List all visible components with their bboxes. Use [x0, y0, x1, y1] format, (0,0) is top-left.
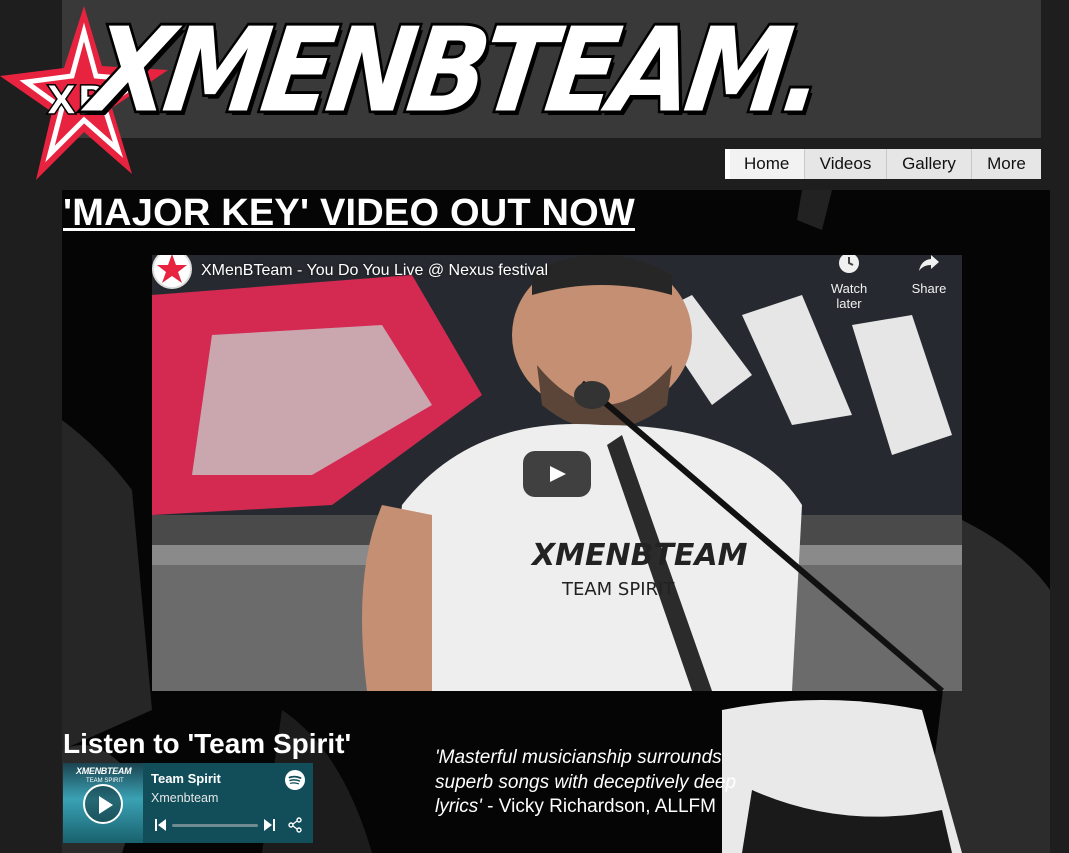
- play-icon[interactable]: [523, 451, 591, 497]
- nav-item-gallery[interactable]: Gallery: [887, 149, 972, 179]
- next-track-icon[interactable]: [263, 818, 275, 832]
- watch-later-button[interactable]: Watch later: [819, 255, 879, 311]
- album-cover-title: XMENBTEAM: [76, 766, 132, 776]
- share-arrow-icon: [919, 255, 939, 271]
- page: XB XMENBTEAM. Home Videos Gallery More '…: [0, 0, 1069, 853]
- nav-item-home[interactable]: Home: [730, 149, 805, 179]
- spotify-icon[interactable]: [285, 770, 305, 790]
- logo-wordmark: XMENBTEAM.: [80, 0, 831, 141]
- share-button[interactable]: Share: [899, 255, 959, 296]
- nav-item-more[interactable]: More: [972, 149, 1041, 179]
- spotify-logo-icon: [288, 775, 302, 785]
- listen-heading: Listen to 'Team Spirit': [63, 728, 352, 759]
- progress-bar[interactable]: [172, 824, 258, 827]
- nav-item-videos[interactable]: Videos: [805, 149, 887, 179]
- spotify-player[interactable]: XMENBTEAM TEAM SPIRIT Team Spirit Xmenbt…: [63, 763, 313, 843]
- page-headline[interactable]: 'MAJOR KEY' VIDEO OUT NOW: [63, 192, 635, 235]
- video-title[interactable]: XMenBTeam - You Do You Live @ Nexus fest…: [201, 262, 548, 280]
- svg-text:XMENBTEAM: XMENBTEAM: [530, 538, 748, 573]
- share-icon[interactable]: [287, 817, 303, 833]
- press-quote: 'Masterful musicianship surrounds superb…: [435, 746, 755, 820]
- track-title[interactable]: Team Spirit: [151, 771, 221, 786]
- main-content: 'MAJOR KEY' VIDEO OUT NOW XMENBTEAM TEAM…: [62, 190, 1050, 853]
- video-player[interactable]: XMENBTEAM TEAM SPIRIT XMenBTeam - You Do…: [152, 255, 962, 691]
- share-label: Share: [911, 281, 947, 296]
- album-cover: XMENBTEAM TEAM SPIRIT: [63, 763, 143, 843]
- site-logo[interactable]: XB XMENBTEAM.: [0, 0, 831, 190]
- svg-text:TEAM SPIRIT: TEAM SPIRIT: [561, 579, 675, 600]
- clock-icon: [839, 255, 859, 273]
- main-nav: Home Videos Gallery More: [725, 149, 1041, 179]
- quote-attribution: - Vicky Richardson, ALLFM: [481, 796, 716, 817]
- track-artist[interactable]: Xmenbteam: [151, 791, 218, 805]
- player-play-button[interactable]: [83, 784, 123, 824]
- channel-avatar[interactable]: [152, 255, 192, 289]
- star-avatar-icon: [157, 255, 187, 283]
- previous-track-icon[interactable]: [155, 818, 167, 832]
- watch-later-label: Watch later: [830, 281, 868, 311]
